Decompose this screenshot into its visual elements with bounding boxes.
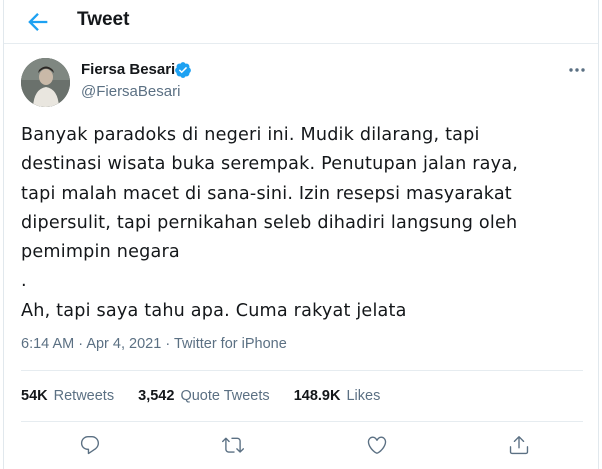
tweet-line: Banyak paradoks di negeri ini. Mudik dil… xyxy=(21,125,480,145)
tweet-line: . xyxy=(21,271,27,292)
avatar-image xyxy=(21,58,70,107)
tweet-line: destinasi wisata buka serempak. Penutupa… xyxy=(21,154,519,175)
reply-icon xyxy=(80,436,100,455)
tweet-stats: 54K Retweets 3,542 Quote Tweets 148.9K L… xyxy=(21,388,400,404)
retweets-count: 54K xyxy=(21,388,48,404)
more-options-button[interactable] xyxy=(564,60,590,80)
tweet-source[interactable]: Twitter for iPhone xyxy=(174,336,287,352)
author-handle[interactable]: @FiersaBesari xyxy=(81,83,180,100)
likes-stat[interactable]: 148.9K Likes xyxy=(294,388,381,404)
quote-tweets-label: Quote Tweets xyxy=(180,388,270,404)
tweet-page: Tweet Fiersa Besari @FiersaBesari Banyak… xyxy=(3,0,599,469)
author-name[interactable]: Fiersa Besari xyxy=(81,61,175,78)
page-header: Tweet xyxy=(4,0,598,44)
retweets-stat[interactable]: 54K Retweets xyxy=(21,388,114,404)
quote-tweets-count: 3,542 xyxy=(138,388,175,404)
retweets-label: Retweets xyxy=(53,388,115,404)
like-button[interactable] xyxy=(366,434,390,458)
tweet-meta: 6:14 AM · Apr 4, 2021 · Twitter for iPho… xyxy=(21,336,287,352)
meta-separator: · xyxy=(78,336,84,352)
quote-tweets-stat[interactable]: 3,542 Quote Tweets xyxy=(138,388,270,404)
tweet-line: pemimpin negara xyxy=(21,242,180,263)
likes-label: Likes xyxy=(346,388,381,404)
verified-badge-icon xyxy=(174,61,192,79)
divider xyxy=(21,370,583,371)
tweet-line: dipersulit, tapi pernikahan seleb dihadi… xyxy=(21,212,518,233)
avatar[interactable] xyxy=(21,58,70,107)
share-button[interactable] xyxy=(508,434,532,458)
tweet-line: tapi malah macet di sana-sini. Izin rese… xyxy=(21,183,512,204)
divider xyxy=(21,421,583,422)
share-icon xyxy=(509,436,529,455)
more-dots-icon xyxy=(569,68,585,72)
tweet-date[interactable]: Apr 4, 2021 xyxy=(86,336,161,352)
retweet-button[interactable] xyxy=(222,434,246,458)
reply-button[interactable] xyxy=(79,434,103,458)
tweet-time[interactable]: 6:14 AM xyxy=(21,336,74,352)
arrow-left-icon xyxy=(28,13,48,31)
retweet-icon xyxy=(222,437,244,453)
tweet-line: Ah, tapi saya tahu apa. Cuma rakyat jela… xyxy=(21,300,407,321)
tweet-text: Banyak paradoks di negeri ini. Mudik dil… xyxy=(21,121,591,326)
page-title: Tweet xyxy=(77,9,130,30)
meta-separator: · xyxy=(165,336,171,352)
back-button[interactable] xyxy=(24,8,52,36)
likes-count: 148.9K xyxy=(293,388,341,404)
like-icon xyxy=(367,436,387,454)
